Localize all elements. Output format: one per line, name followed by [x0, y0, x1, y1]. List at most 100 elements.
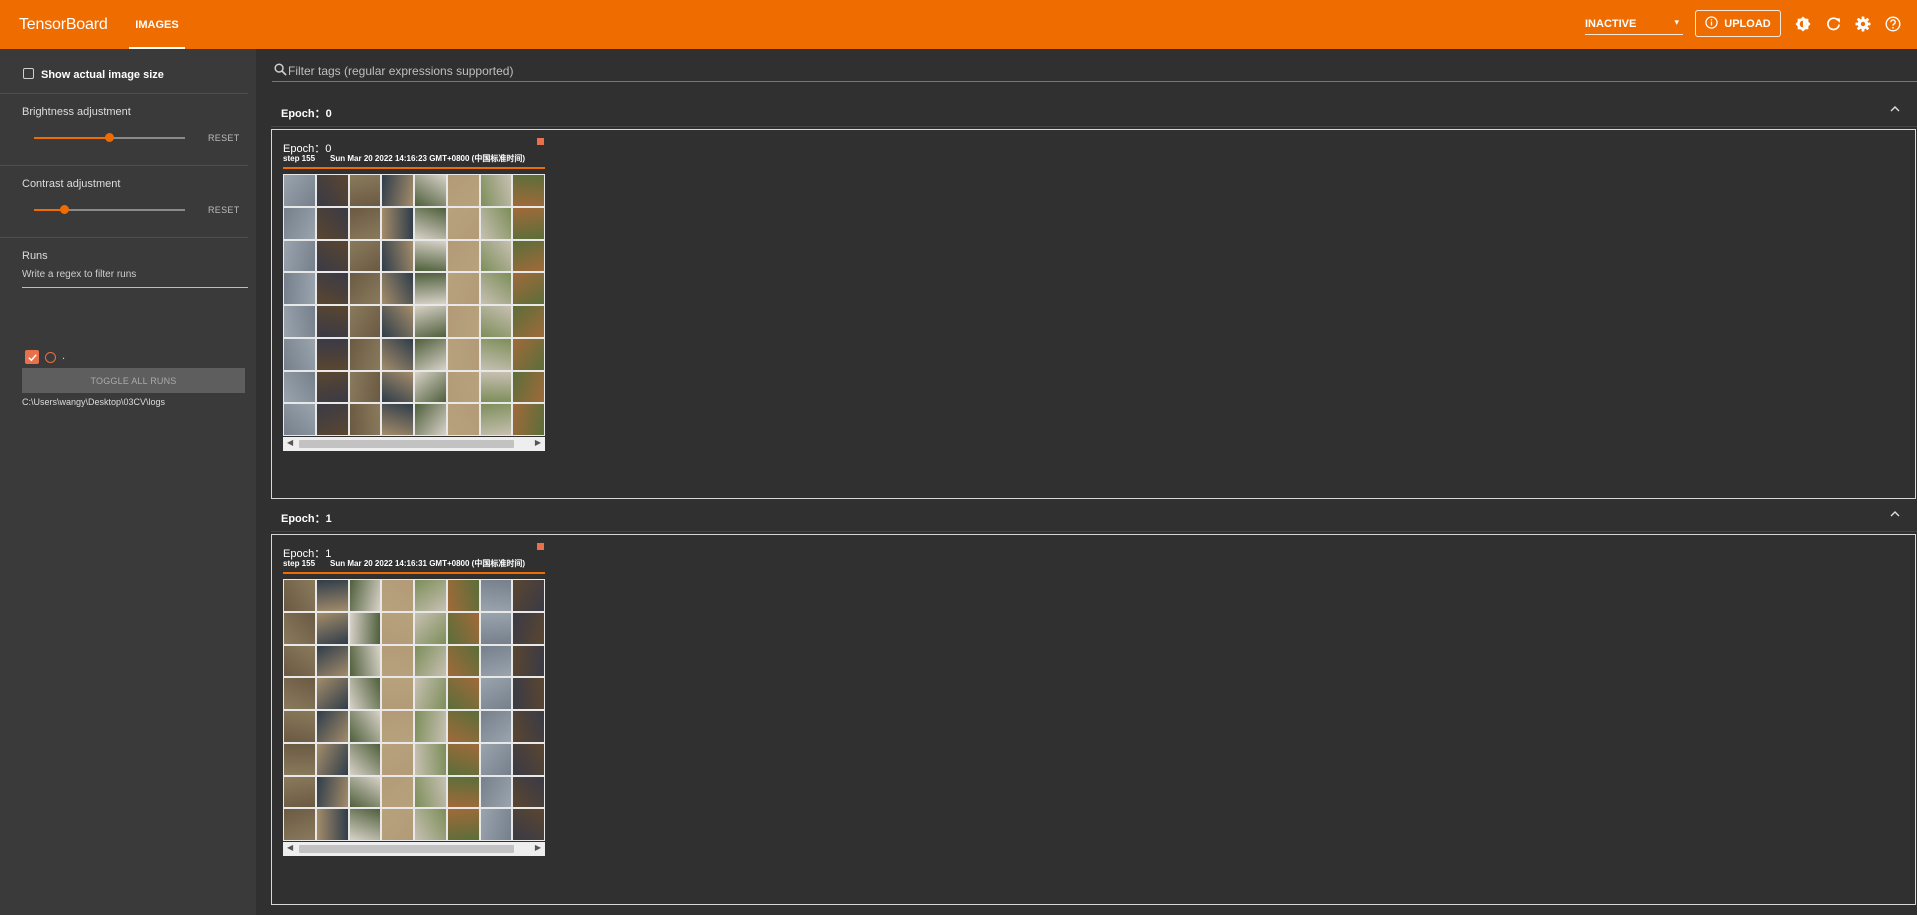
tab-images-label: IMAGES	[135, 18, 179, 31]
image-thumbnail	[382, 240, 413, 272]
image-thumbnail	[447, 678, 479, 709]
tag-filter-input[interactable]: Filter tags (regular expressions support…	[272, 61, 1917, 82]
image-thumbnail	[447, 645, 479, 677]
image-thumbnail	[382, 273, 413, 304]
upload-button[interactable]: UPLOAD	[1695, 10, 1781, 37]
image-thumbnail	[447, 273, 479, 304]
image-thumbnail	[349, 371, 381, 403]
image-thumbnail	[316, 580, 348, 611]
scroll-left-icon[interactable]: ◀	[287, 438, 293, 447]
image-thumbnail	[284, 175, 315, 206]
image-grid[interactable]	[283, 579, 545, 841]
app-title[interactable]: TensorBoard	[19, 16, 108, 34]
image-thumbnail	[513, 371, 544, 403]
run-filter-input[interactable]: Write a regex to filter runs	[22, 269, 248, 288]
top-app-bar: TensorBoard IMAGES INACTIVE ▾ UPLOAD	[0, 0, 1917, 49]
image-thumbnail	[284, 776, 315, 808]
show-actual-size-label: Show actual image size	[41, 69, 164, 81]
contrast-thumb[interactable]	[59, 205, 69, 214]
image-thumbnail	[382, 612, 413, 644]
chevron-up-icon[interactable]	[1889, 508, 1901, 523]
image-thumbnail	[382, 809, 413, 840]
image-thumbnail	[447, 207, 479, 239]
image-thumbnail	[382, 645, 413, 677]
image-thumbnail	[349, 240, 381, 272]
reload-state-value: INACTIVE	[1585, 18, 1637, 30]
scroll-right-icon[interactable]: ▶	[535, 843, 541, 852]
reload-state-select[interactable]: INACTIVE ▾	[1585, 14, 1683, 35]
info-icon	[1705, 15, 1718, 32]
image-thumbnail	[349, 580, 381, 611]
settings-icon[interactable]	[1854, 15, 1872, 33]
image-thumbnail	[349, 306, 381, 337]
show-actual-size-checkbox[interactable]	[23, 68, 34, 79]
image-thumbnail	[415, 678, 446, 709]
sidebar: Show actual image size Brightness adjust…	[0, 49, 256, 915]
tag-filter-placeholder: Filter tags (regular expressions support…	[288, 64, 514, 78]
image-thumbnail	[447, 711, 479, 742]
group-panel-epoch-0: Epoch：0 step 155 Sun Mar 20 2022 14:16:23…	[271, 129, 1916, 499]
image-thumbnail	[513, 404, 544, 435]
image-thumbnail	[349, 711, 381, 742]
card-step: step 155	[283, 559, 316, 568]
image-thumbnail	[284, 338, 315, 370]
image-thumbnail	[284, 207, 315, 239]
chevron-up-icon[interactable]	[1889, 103, 1901, 118]
scroll-right-icon[interactable]: ▶	[535, 438, 541, 447]
help-icon[interactable]	[1884, 15, 1902, 33]
image-thumbnail	[447, 743, 479, 775]
image-thumbnail	[513, 678, 544, 709]
image-thumbnail	[447, 338, 479, 370]
image-thumbnail	[480, 306, 512, 337]
tab-images[interactable]: IMAGES	[129, 0, 185, 49]
image-thumbnail	[513, 743, 544, 775]
image-thumbnail	[415, 612, 446, 644]
contrast-reset-button[interactable]: RESET	[208, 205, 240, 215]
image-thumbnail	[447, 580, 479, 611]
image-thumbnail	[382, 776, 413, 808]
image-thumbnail	[480, 678, 512, 709]
step-slider[interactable]	[283, 572, 545, 574]
image-thumbnail	[284, 273, 315, 304]
divider	[0, 165, 248, 166]
image-thumbnail	[284, 809, 315, 840]
image-thumbnail	[284, 678, 315, 709]
image-thumbnail	[513, 306, 544, 337]
image-thumbnail	[316, 809, 348, 840]
step-slider[interactable]	[283, 167, 545, 169]
image-thumbnail	[349, 338, 381, 370]
image-thumbnail	[447, 809, 479, 840]
run-name: .	[62, 350, 66, 362]
theme-icon[interactable]	[1794, 15, 1812, 33]
image-thumbnail	[513, 175, 544, 206]
group-header-epoch-1[interactable]: Epoch：1	[271, 501, 1917, 532]
brightness-label: Brightness adjustment	[22, 106, 131, 118]
scrollbar-thumb[interactable]	[299, 440, 514, 448]
contrast-label: Contrast adjustment	[22, 178, 121, 190]
brightness-reset-button[interactable]: RESET	[208, 133, 240, 143]
scrollbar-thumb[interactable]	[299, 845, 514, 853]
image-thumbnail	[415, 338, 446, 370]
card-timestamp: Sun Mar 20 2022 14:16:31 GMT+0800 (中国标准时…	[330, 559, 525, 568]
refresh-icon[interactable]	[1824, 15, 1842, 33]
image-thumbnail	[284, 645, 315, 677]
image-thumbnail	[513, 809, 544, 840]
image-thumbnail	[316, 776, 348, 808]
image-thumbnail	[415, 580, 446, 611]
image-thumbnail	[513, 645, 544, 677]
scroll-left-icon[interactable]: ◀	[287, 843, 293, 852]
image-grid[interactable]	[283, 174, 545, 436]
image-thumbnail	[513, 207, 544, 239]
brightness-thumb[interactable]	[105, 133, 114, 142]
horizontal-scrollbar[interactable]: ◀ ▶	[283, 842, 545, 856]
run-checkbox[interactable]	[25, 350, 39, 364]
image-thumbnail	[382, 207, 413, 239]
image-thumbnail	[415, 240, 446, 272]
card-step-info: step 155 Sun Mar 20 2022 14:16:23 GMT+080…	[283, 153, 525, 164]
card-run-indicator	[537, 138, 544, 145]
horizontal-scrollbar[interactable]: ◀ ▶	[283, 437, 545, 451]
run-color-swatch[interactable]	[45, 352, 56, 363]
image-thumbnail	[480, 580, 512, 611]
group-header-epoch-0[interactable]: Epoch：0	[271, 96, 1917, 127]
toggle-all-runs-button[interactable]: TOGGLE ALL RUNS	[22, 368, 245, 393]
